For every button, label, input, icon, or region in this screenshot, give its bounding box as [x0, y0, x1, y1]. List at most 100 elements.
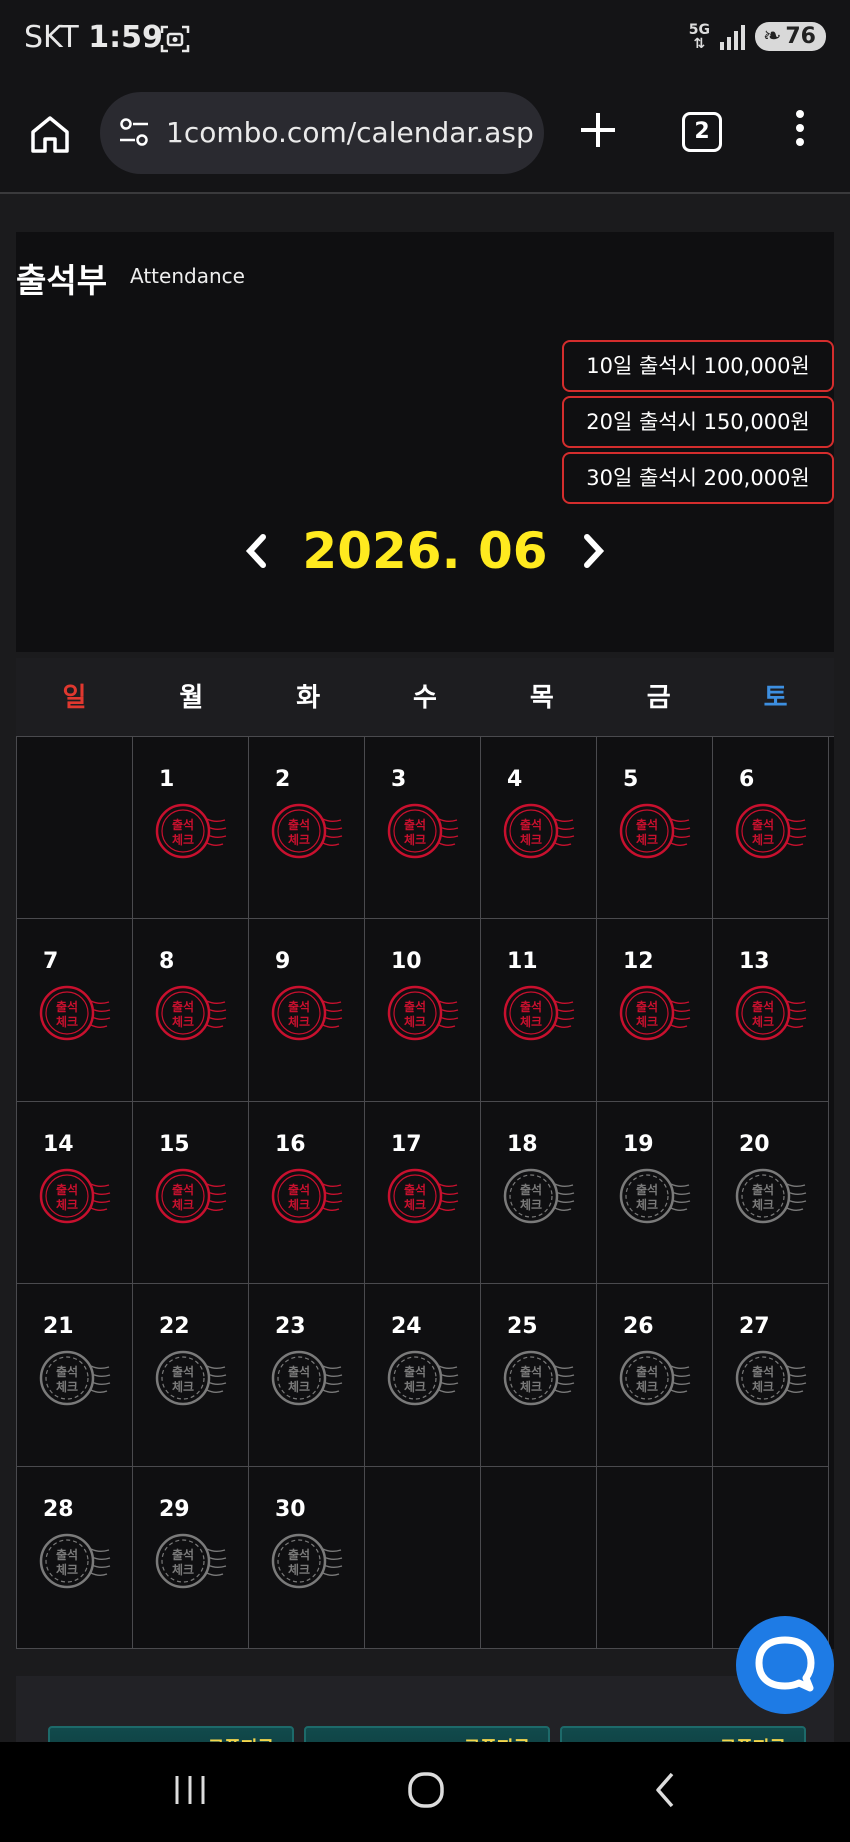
calendar-day-cell[interactable]: 12 출석 체크: [597, 919, 713, 1102]
calendar-day-cell[interactable]: 25 출석 체크: [481, 1284, 597, 1467]
tabs-icon[interactable]: 2: [682, 112, 722, 152]
calendar-day-cell[interactable]: 28 출석 체크: [17, 1466, 133, 1649]
stamp-text: 체크: [752, 1197, 774, 1212]
stamp-text: 체크: [288, 832, 310, 847]
stamp-text: 출석: [752, 817, 774, 832]
home-icon[interactable]: [28, 112, 72, 156]
attendance-stamp-unchecked: 출석 체크: [269, 1346, 345, 1410]
chat-button[interactable]: [736, 1616, 834, 1714]
stamp-text: 출석: [636, 999, 658, 1014]
network-indicator: 5G ⇅: [688, 21, 710, 52]
stamp-text: 출석: [404, 817, 426, 832]
attendance-stamp-checked: 출석 체크: [37, 981, 113, 1045]
home-nav-icon[interactable]: [406, 1770, 446, 1810]
status-bar: SKT 1:59 5G ⇅ ❧ 76: [0, 0, 850, 80]
calendar-day-cell[interactable]: 21 출석 체크: [17, 1284, 133, 1467]
calendar-day-cell[interactable]: 15 출석 체크: [133, 1101, 249, 1285]
calendar-day-cell[interactable]: 16 출석 체크: [249, 1101, 365, 1285]
stamp-text: 체크: [288, 1014, 310, 1029]
day-number: 18: [507, 1131, 538, 1157]
stamp-text: 출석: [56, 1182, 78, 1197]
back-icon[interactable]: [650, 1770, 680, 1810]
day-number: 28: [43, 1496, 74, 1522]
page-title: 출석부: [16, 261, 108, 300]
stamp-text: 출석: [636, 1182, 658, 1197]
day-number: 23: [275, 1314, 306, 1340]
weekday-tue: 화: [296, 683, 321, 713]
stamp-text: 출석: [288, 1364, 310, 1379]
stamp-text: 출석: [288, 1182, 310, 1197]
menu-icon[interactable]: [790, 110, 810, 154]
day-number: 25: [507, 1314, 538, 1340]
day-number: 16: [275, 1131, 306, 1157]
weekday-thu: 목: [529, 683, 554, 713]
calendar-day-cell[interactable]: 1 출석 체크: [133, 737, 249, 920]
calendar-day-cell[interactable]: 14 출석 체크: [17, 1101, 133, 1285]
calendar-day-cell[interactable]: 24 출석 체크: [365, 1284, 481, 1467]
attendance-stamp-checked: 출석 체크: [153, 799, 229, 863]
reward-10-days: 10일 출석시 100,000원: [562, 340, 834, 392]
stamp-text: 체크: [56, 1014, 78, 1029]
stamp-text: 출석: [520, 1364, 542, 1379]
attendance-stamp-checked: 출석 체크: [153, 1164, 229, 1228]
stamp-text: 출석: [404, 1182, 426, 1197]
calendar-day-cell[interactable]: 2 출석 체크: [249, 737, 365, 920]
attendance-stamp-checked: 출석 체크: [617, 799, 693, 863]
stamp-text: 체크: [172, 1197, 194, 1212]
system-navigation-bar: [0, 1742, 850, 1842]
day-number: 9: [275, 949, 291, 975]
stamp-text: 출석: [288, 817, 310, 832]
stamp-text: 출석: [752, 999, 774, 1014]
attendance-stamp-checked: 출석 체크: [37, 1164, 113, 1228]
calendar-day-cell[interactable]: 4 출석 체크: [481, 737, 597, 920]
stamp-text: 체크: [636, 1014, 658, 1029]
stamp-text: 체크: [172, 1014, 194, 1029]
stamp-text: 출석: [520, 817, 542, 832]
calendar-day-cell[interactable]: 22 출석 체크: [133, 1284, 249, 1467]
attendance-stamp-checked: 출석 체크: [501, 799, 577, 863]
reward-20-days: 20일 출석시 150,000원: [562, 396, 834, 448]
battery-leaf-icon: ❧: [762, 24, 782, 49]
attendance-stamp-checked: 출석 체크: [385, 981, 461, 1045]
chevron-left-icon[interactable]: [241, 531, 271, 571]
calendar-day-cell[interactable]: 5 출석 체크: [597, 737, 713, 920]
calendar-day-cell[interactable]: 30 출석 체크: [249, 1466, 365, 1649]
day-number: 21: [43, 1314, 74, 1340]
calendar-day-cell[interactable]: 9 출석 체크: [249, 919, 365, 1102]
site-settings-icon[interactable]: [118, 116, 150, 148]
calendar-day-cell[interactable]: 29 출석 체크: [133, 1466, 249, 1649]
calendar-day-cell[interactable]: 8 출석 체크: [133, 919, 249, 1102]
calendar-day-cell[interactable]: 26 출석 체크: [597, 1284, 713, 1467]
day-number: 27: [739, 1314, 770, 1340]
calendar-day-cell[interactable]: 13 출석 체크: [713, 919, 829, 1102]
stamp-text: 출석: [752, 1364, 774, 1379]
calendar-day-cell[interactable]: 18 출석 체크: [481, 1101, 597, 1285]
stamp-text: 체크: [752, 1379, 774, 1394]
calendar-grid: 1 출석 체크 2 출석 체크 3 출석 체크 4 출석 체크 5 출석 체크 6 출석 체크 7 출석 체크 8 출석 체크…: [16, 736, 834, 1649]
calendar-day-cell[interactable]: 11 출석 체크: [481, 919, 597, 1102]
calendar-day-cell[interactable]: 23 출석 체크: [249, 1284, 365, 1467]
stamp-text: 체크: [752, 1014, 774, 1029]
calendar-day-cell[interactable]: 3 출석 체크: [365, 737, 481, 920]
day-number: 13: [739, 949, 770, 975]
stamp-text: 출석: [636, 817, 658, 832]
signal-icon: [719, 24, 745, 50]
calendar-day-cell[interactable]: 17 출석 체크: [365, 1101, 481, 1285]
calendar-day-cell[interactable]: 7 출석 체크: [17, 919, 133, 1102]
calendar-day-cell[interactable]: 10 출석 체크: [365, 919, 481, 1102]
calendar-day-cell[interactable]: 19 출석 체크: [597, 1101, 713, 1285]
attendance-stamp-unchecked: 출석 체크: [501, 1164, 577, 1228]
attendance-stamp-unchecked: 출석 체크: [269, 1529, 345, 1593]
new-tab-icon[interactable]: [578, 110, 618, 150]
stamp-text: 출석: [520, 1182, 542, 1197]
attendance-stamp-unchecked: 출석 체크: [733, 1346, 809, 1410]
stamp-text: 체크: [288, 1197, 310, 1212]
recent-apps-icon[interactable]: [172, 1772, 208, 1808]
address-bar[interactable]: 1combo.com/calendar.asp: [100, 92, 544, 174]
calendar-day-cell[interactable]: 27 출석 체크: [713, 1284, 829, 1467]
chevron-right-icon[interactable]: [579, 531, 609, 571]
url-text[interactable]: 1combo.com/calendar.asp: [166, 116, 534, 149]
calendar-day-cell[interactable]: 20 출석 체크: [713, 1101, 829, 1285]
stamp-text: 체크: [172, 832, 194, 847]
calendar-day-cell[interactable]: 6 출석 체크: [713, 737, 829, 920]
